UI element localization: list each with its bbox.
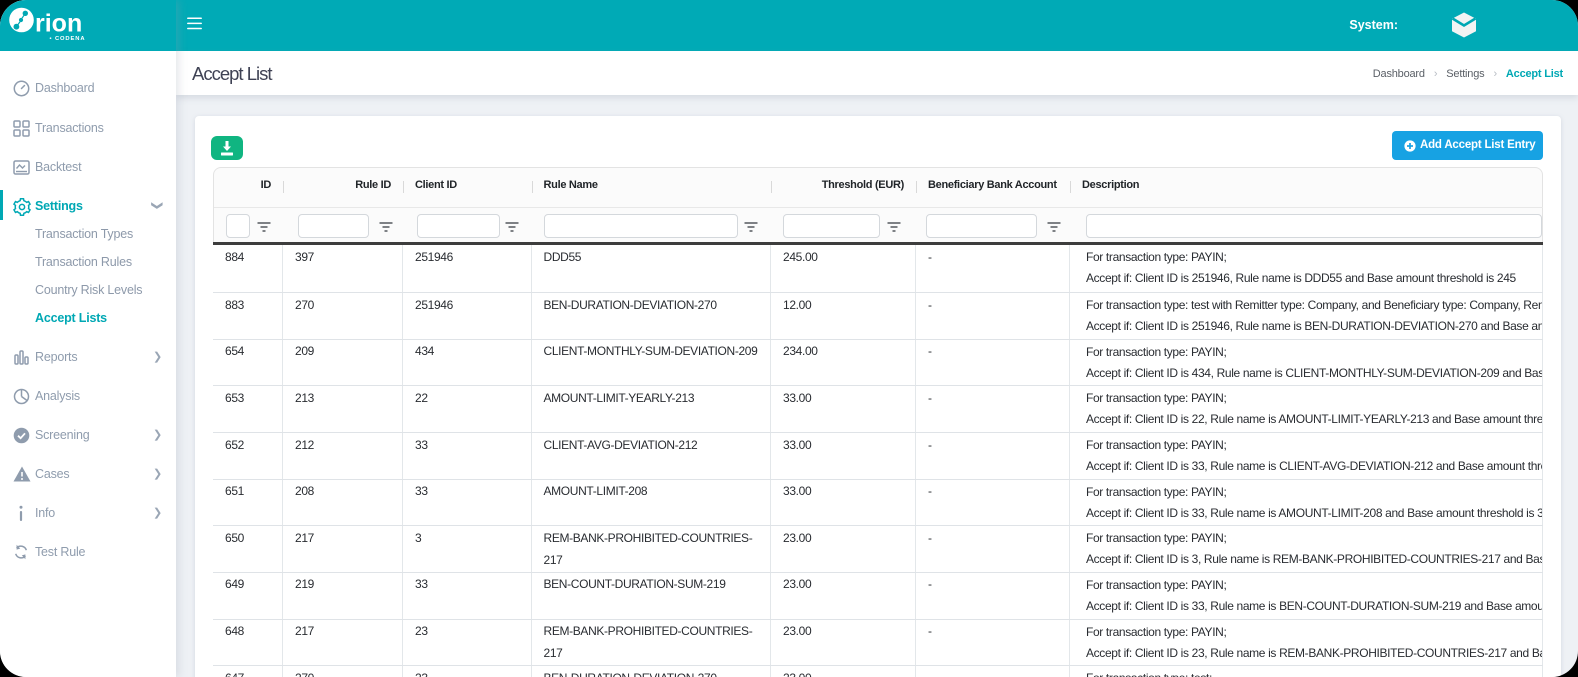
svg-text:rion: rion bbox=[35, 10, 82, 38]
svg-text:• CODENA: • CODENA bbox=[50, 36, 86, 42]
